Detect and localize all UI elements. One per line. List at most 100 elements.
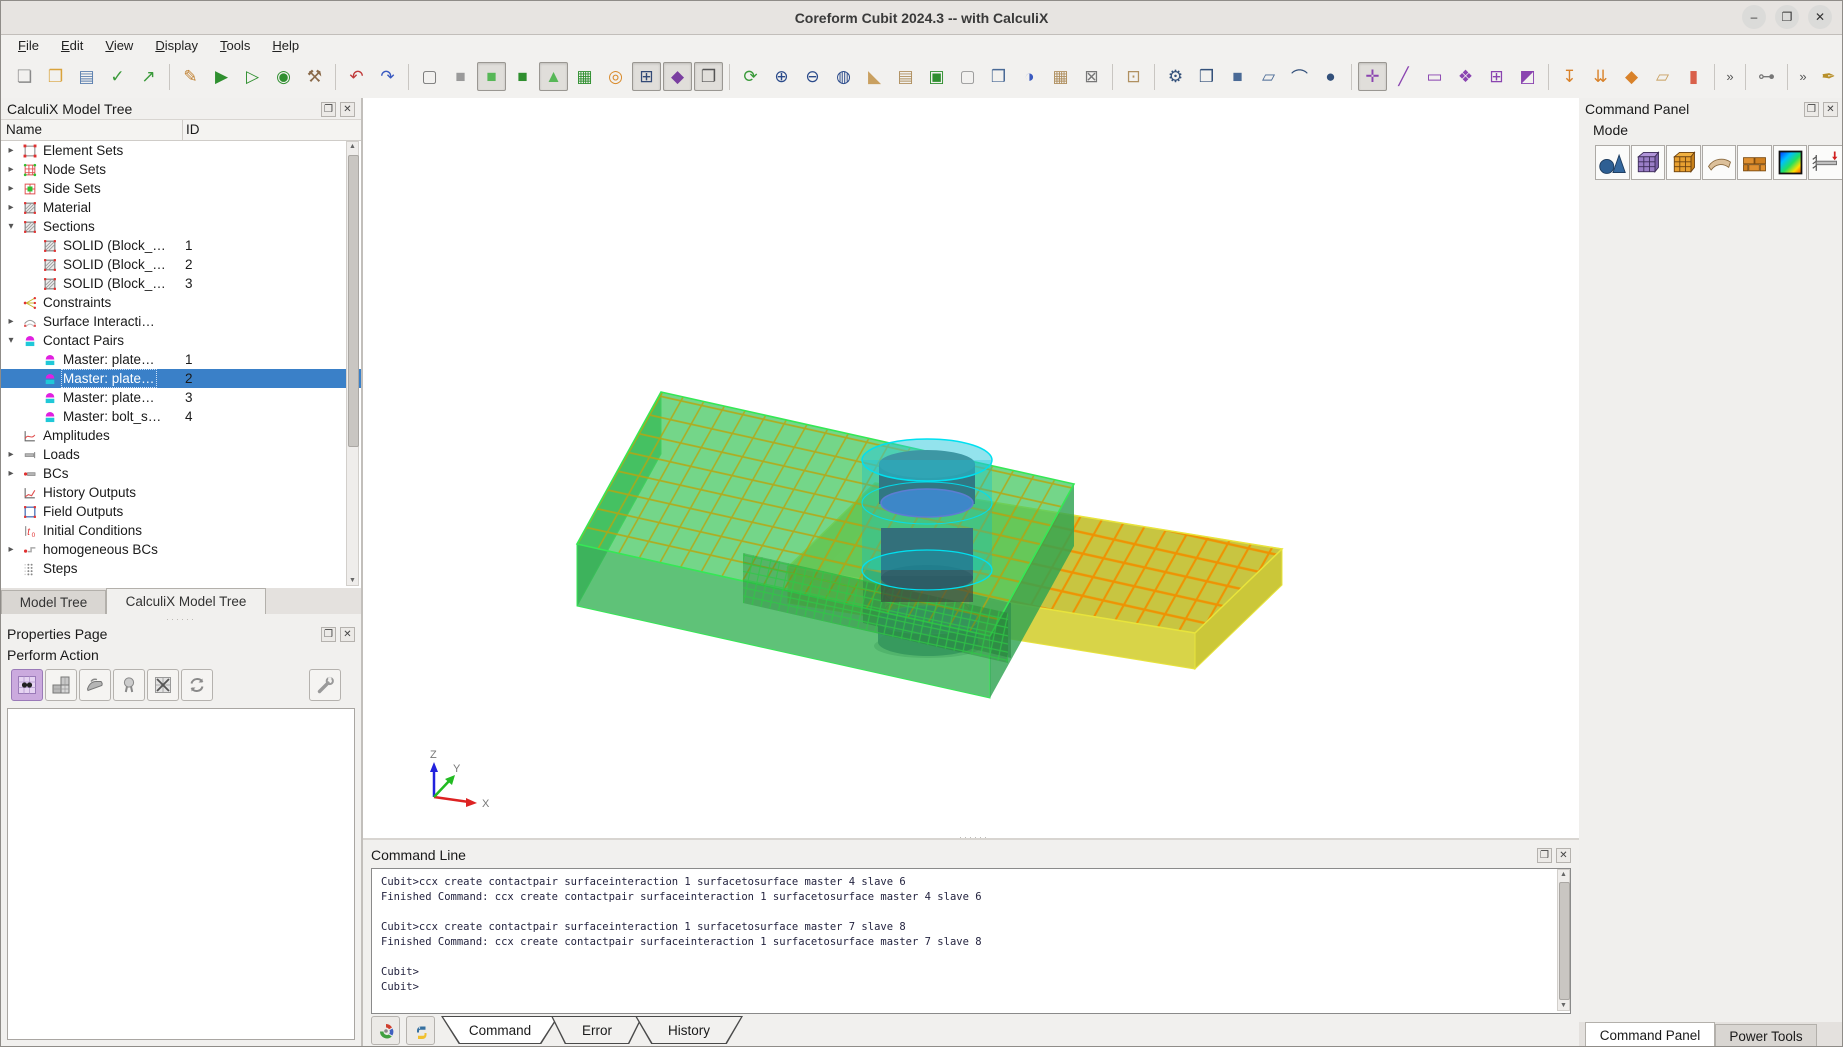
tree-row-solid-block[interactable]: SOLID (Block_…2 [1,255,361,274]
tab-history[interactable]: History [635,1016,743,1044]
post-processing-mode-button[interactable] [1773,145,1808,180]
surface-single-icon[interactable]: ▱ [1254,62,1283,91]
view-mesh-icon[interactable]: ▦ [570,62,599,91]
tree-row-solid-block[interactable]: SOLID (Block_…3 [1,274,361,293]
delete-mesh-button[interactable] [147,669,179,701]
console-output[interactable]: Cubit>ccx create contactpair surfaceinte… [371,868,1571,1014]
tree-row-contact-pairs[interactable]: ▾Contact Pairs [1,331,361,350]
tab-model-tree[interactable]: Model Tree [1,590,106,614]
fea-boundary-mode-button[interactable] [1808,145,1843,180]
splitter-handle[interactable]: ······ [1,614,361,623]
assembly-group-icon[interactable]: ⚙ [1161,62,1190,91]
clip-plane-icon[interactable]: ▦ [1046,62,1075,91]
tree-row-master-bolt-s[interactable]: Master: bolt_s…4 [1,407,361,426]
titlebar[interactable]: Coreform Cubit 2024.3 -- with CalculiX –… [1,1,1842,35]
tree-row-initial-conditions[interactable]: t0Initial Conditions [1,521,361,540]
measure-tool-icon[interactable]: ▤ [891,62,920,91]
view-solid-icon[interactable]: ■ [508,62,537,91]
contact-cylinder[interactable] [862,439,992,590]
clip-sphere-icon[interactable]: ◑ [1015,62,1044,91]
menu-file[interactable]: File [7,37,50,54]
close-button[interactable]: ✕ [1808,5,1832,29]
refresh-graphics-icon[interactable]: ⟳ [736,62,765,91]
python-logo-button[interactable] [406,1016,435,1045]
play-journal-icon[interactable]: ▶ [207,62,236,91]
expand-arrow-icon[interactable]: ▸ [5,202,17,213]
menu-view[interactable]: View [94,37,144,54]
pick-curve-icon[interactable]: ╱ [1389,62,1418,91]
view-transparent-icon[interactable]: ■ [477,62,506,91]
load-force-icon[interactable]: ↧ [1555,62,1584,91]
column-name[interactable]: Name [6,122,42,137]
tree-row-bcs[interactable]: ▸BCs [1,464,361,483]
volume-single-icon[interactable]: ■ [1223,62,1252,91]
undock-icon[interactable]: ❐ [1804,102,1819,117]
geometry-mode-button[interactable] [1595,145,1630,180]
tree-row-surface-interacti[interactable]: ▸Surface Interacti… [1,312,361,331]
column-id[interactable]: ID [186,122,200,137]
tree-row-steps[interactable]: Steps [1,559,361,578]
mesh-hex-orange-mode-button[interactable] [1666,145,1701,180]
mesh-hex-purple-mode-button[interactable] [1631,145,1666,180]
coarsen-mesh-button[interactable] [45,669,77,701]
view-volume-icon[interactable]: ◆ [663,62,692,91]
tree-row-node-sets[interactable]: ▸Node Sets [1,160,361,179]
curve-arc-icon[interactable]: ⌒ [1285,62,1314,91]
tab-command[interactable]: Command [441,1016,559,1044]
open-file-icon[interactable]: ❐ [41,62,70,91]
blocks-mode-button[interactable] [1737,145,1772,180]
repair-tool-icon[interactable]: ⚒ [300,62,329,91]
play-journal-ids-icon[interactable]: ▷ [238,62,267,91]
cubit-logo-button[interactable] [371,1016,400,1045]
view-wedge-icon[interactable]: ◣ [860,62,889,91]
collapse-arrow-icon[interactable]: ▾ [5,221,17,232]
menu-tools[interactable]: Tools [209,37,261,54]
menu-help[interactable]: Help [261,37,310,54]
viewport-console-splitter[interactable]: ······ [363,838,1579,840]
select-box-icon[interactable]: ⊡ [1119,62,1148,91]
expand-arrow-icon[interactable]: ▸ [5,316,17,327]
load-temperature-icon[interactable]: ▮ [1679,62,1708,91]
vertex-single-icon[interactable]: ● [1316,62,1345,91]
sculpt-mode-button[interactable] [1702,145,1737,180]
undock-icon[interactable]: ❐ [1537,848,1552,863]
expand-arrow-icon[interactable]: ▸ [5,145,17,156]
tree-row-history-outputs[interactable]: History Outputs [1,483,361,502]
toolbar-overflow-icon[interactable]: » [1721,62,1739,91]
load-pressure-icon[interactable]: ⇊ [1586,62,1615,91]
smooth-mesh-button[interactable] [79,669,111,701]
pick-surface-icon[interactable]: ▭ [1420,62,1449,91]
shell-element-icon[interactable]: ▱ [1648,62,1677,91]
view-ghost-box-icon[interactable]: ▢ [953,62,982,91]
tree-row[interactable] [1,578,361,588]
pick-volume-icon[interactable]: ❖ [1451,62,1480,91]
sync-mesh-button[interactable] [181,669,213,701]
tree-row-loads[interactable]: ▸Loads [1,445,361,464]
wrench-tool-button[interactable] [309,669,341,701]
view-geometry-icon[interactable]: ▲ [539,62,568,91]
tab-command-panel[interactable]: Command Panel [1585,1022,1715,1047]
clip-off-icon[interactable]: ⊠ [1077,62,1106,91]
view-wireframe-icon[interactable]: ▢ [415,62,444,91]
expand-arrow-icon[interactable]: ▸ [5,468,17,479]
console-scrollbar[interactable]: ▲ ▼ [1557,869,1570,1011]
import-file-icon[interactable]: ✓ [103,62,132,91]
tree-row-side-sets[interactable]: ▸Side Sets [1,179,361,198]
pause-journal-icon[interactable]: ◉ [269,62,298,91]
tree-row-sections[interactable]: ▾Sections [1,217,361,236]
menu-edit[interactable]: Edit [50,37,94,54]
view-grid-icon[interactable]: ⊞ [632,62,661,91]
menu-display[interactable]: Display [144,37,209,54]
tree-row-amplitudes[interactable]: Amplitudes [1,426,361,445]
tree-scrollbar[interactable]: ▲▼ [346,141,359,586]
new-file-icon[interactable]: ❏ [10,62,39,91]
zoom-out-icon[interactable]: ⊖ [798,62,827,91]
tree-row-solid-block[interactable]: SOLID (Block_…1 [1,236,361,255]
export-file-icon[interactable]: ↗ [134,62,163,91]
tree-row-field-outputs[interactable]: Field Outputs [1,502,361,521]
load-flux-icon[interactable]: ◆ [1617,62,1646,91]
expand-arrow-icon[interactable]: ▸ [5,183,17,194]
view-shaded-icon[interactable]: ■ [446,62,475,91]
minimize-button[interactable]: – [1742,5,1766,29]
graphics-viewport[interactable]: Z Y X [363,98,1579,838]
